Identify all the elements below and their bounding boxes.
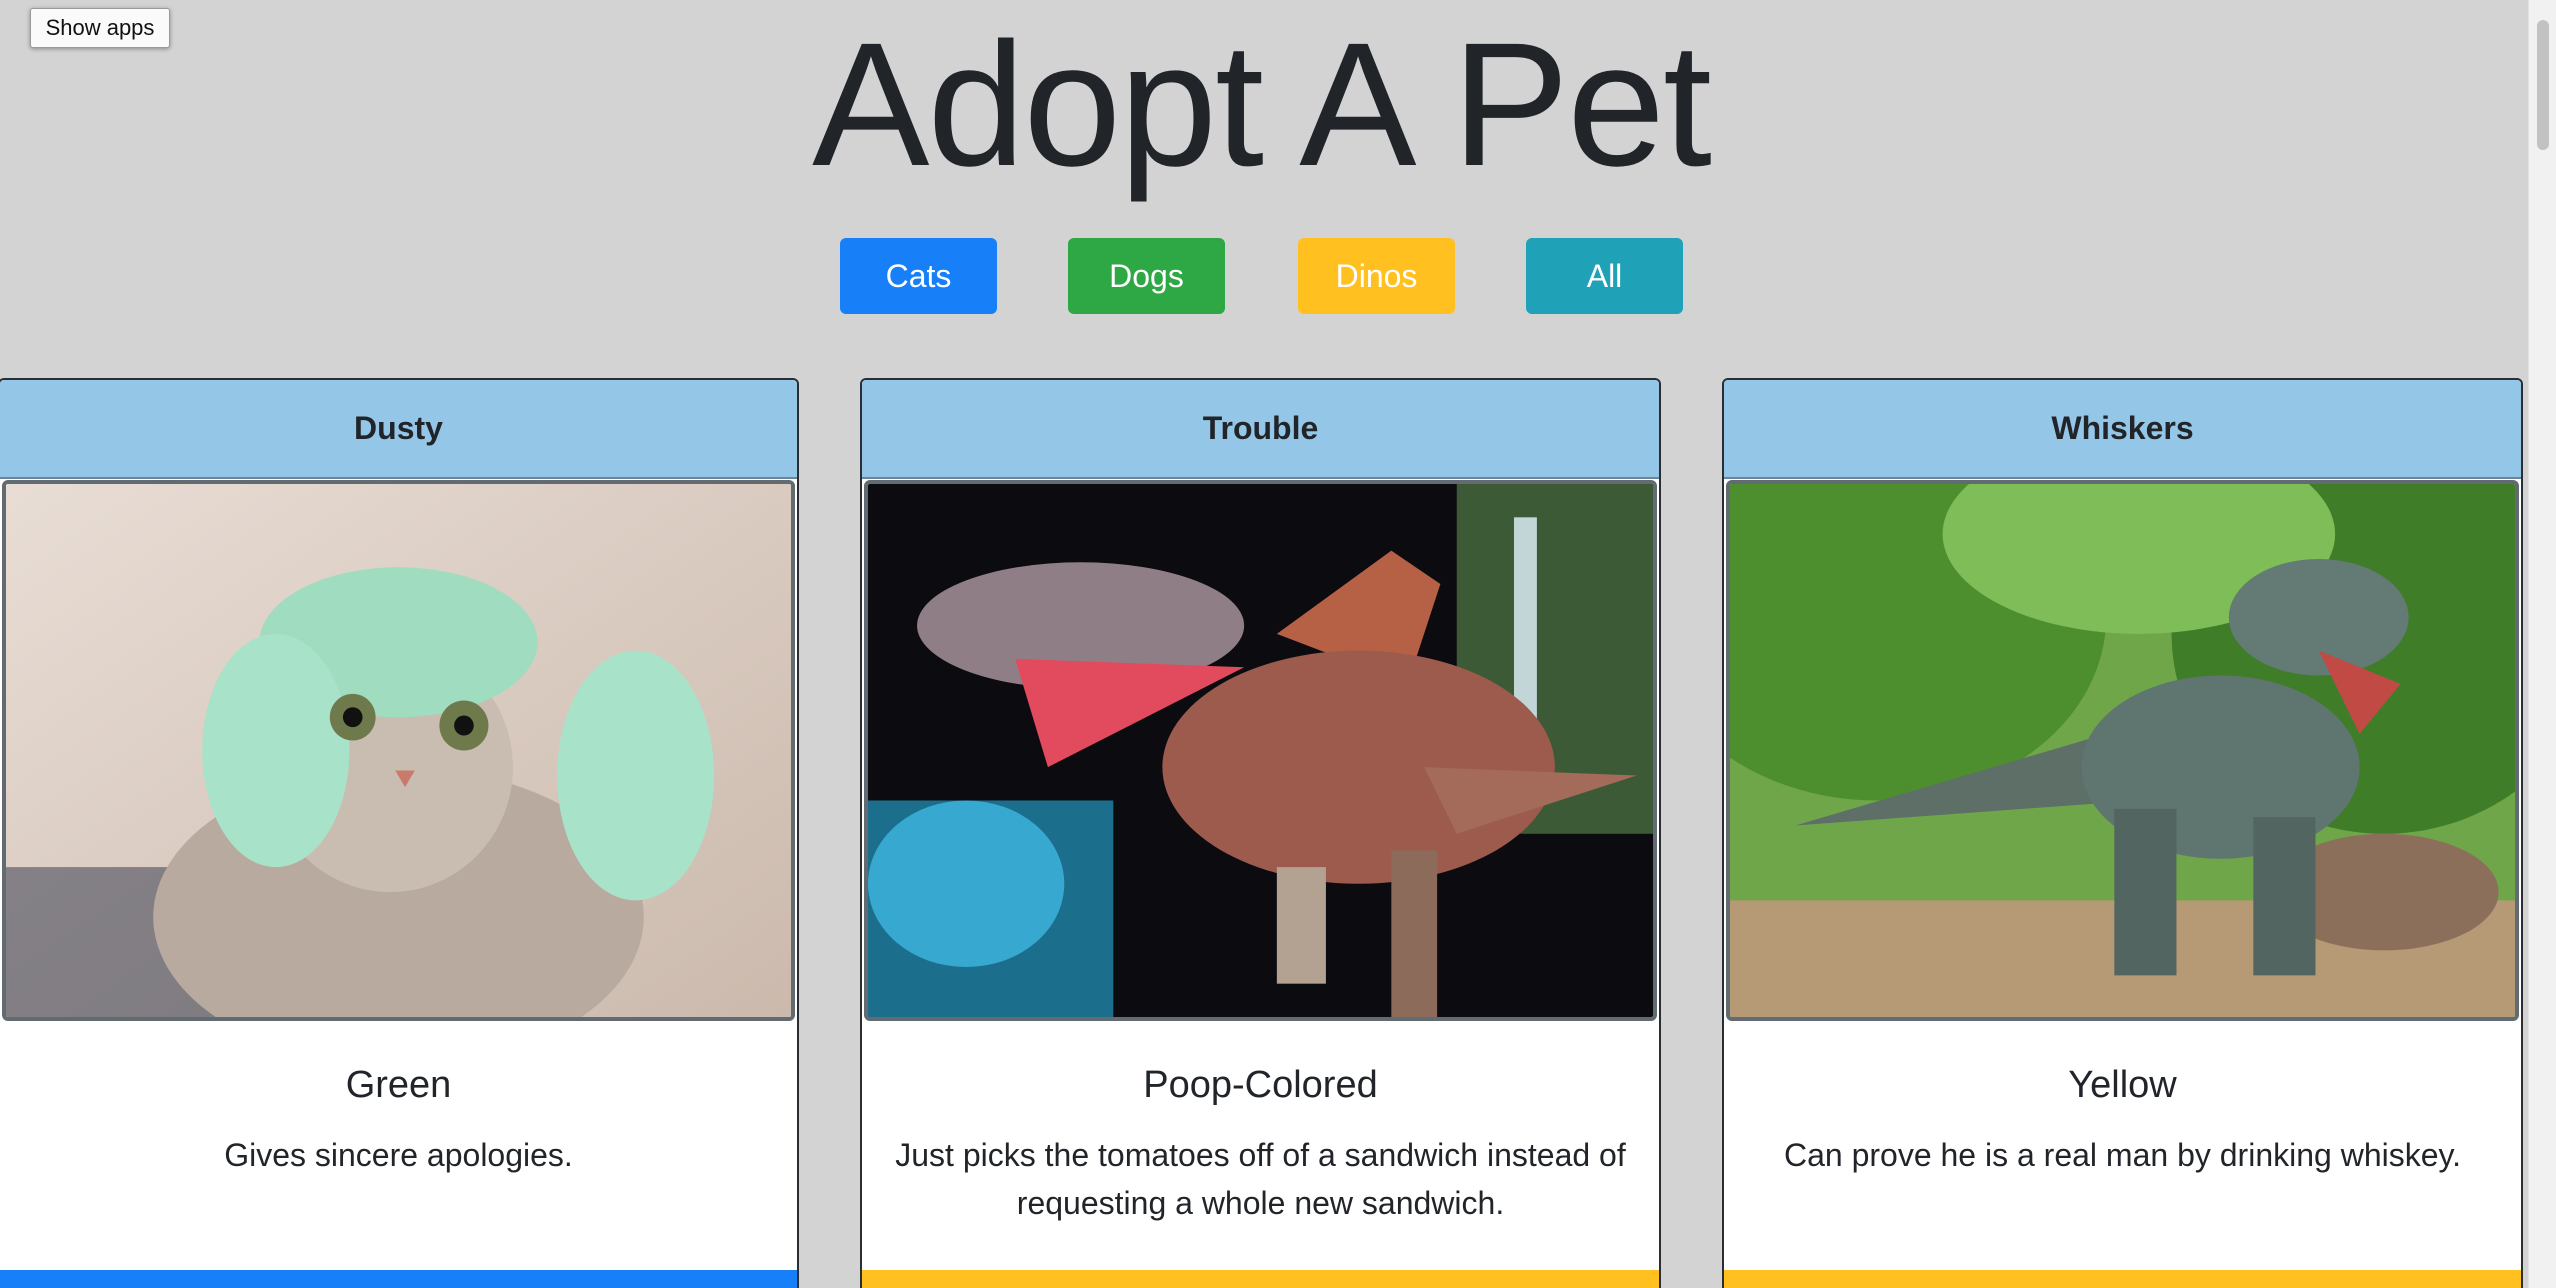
dinos-filter-button[interactable]: Dinos [1298, 238, 1455, 314]
page-scrollbar[interactable] [2528, 0, 2556, 1288]
pet-name: Whiskers [1724, 380, 2521, 479]
pet-card: Dusty Green Gives sincere apologies. [0, 378, 799, 1288]
filter-buttons: Cats Dogs Dinos All [0, 238, 2522, 314]
scrollbar-thumb[interactable] [2537, 20, 2549, 150]
dinosaur-photo [864, 480, 1657, 1021]
card-footer [0, 1270, 797, 1288]
pet-description: Gives sincere apologies. [224, 1137, 573, 1173]
pet-color: Poop-Colored [1143, 1064, 1378, 1106]
cat-photo [2, 480, 795, 1021]
dogs-filter-button[interactable]: Dogs [1068, 238, 1225, 314]
pet-name: Trouble [862, 380, 1659, 479]
pet-color: Yellow [2068, 1064, 2177, 1106]
card-footer [862, 1270, 1659, 1288]
pet-card: Trouble Poop-Colored Just picks the toma… [860, 378, 1661, 1288]
page-title: Adopt A Pet [812, 7, 1712, 203]
pet-color: Green [345, 1064, 452, 1106]
cats-filter-button[interactable]: Cats [840, 238, 997, 314]
pet-description: Just picks the tomatoes off of a sandwic… [895, 1137, 1626, 1221]
pet-description: Can prove he is a real man by drinking w… [1783, 1137, 2462, 1173]
card-footer [1724, 1270, 2521, 1288]
all-filter-button[interactable]: All [1526, 238, 1683, 314]
pet-name: Dusty [0, 380, 797, 479]
pet-card: Whiskers Yellow Can prove he is a real m… [1722, 378, 2523, 1288]
dinosaur-photo [1726, 480, 2519, 1021]
